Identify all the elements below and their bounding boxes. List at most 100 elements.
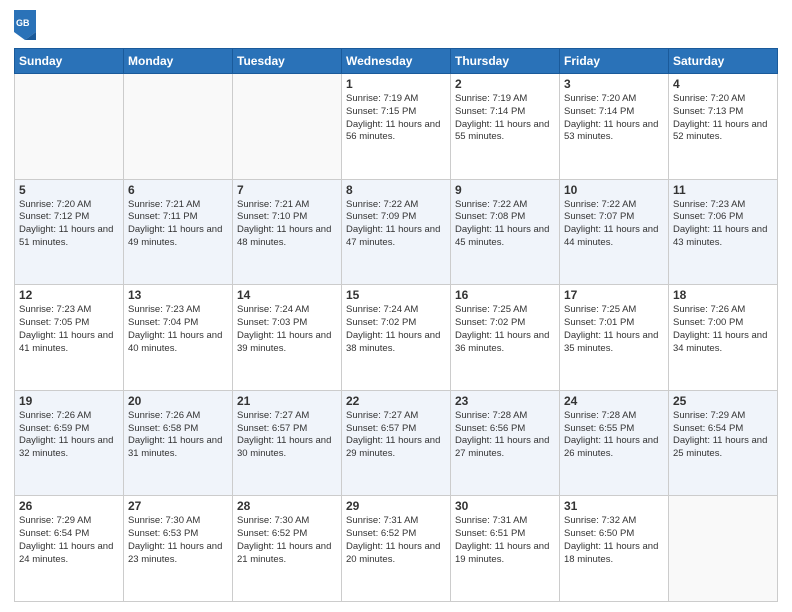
- calendar-day-cell: 23 Sunrise: 7:28 AM Sunset: 6:56 PM Dayli…: [451, 390, 560, 496]
- calendar-day-cell: 27Sunrise: 7:30 AM Sunset: 6:53 PM Dayli…: [124, 496, 233, 602]
- day-number: 17: [564, 288, 664, 302]
- calendar-day-cell: 6 Sunrise: 7:21 AM Sunset: 7:11 PM Daylig…: [124, 179, 233, 285]
- calendar-day-cell: 21 Sunrise: 7:27 AM Sunset: 6:57 PM Dayli…: [233, 390, 342, 496]
- calendar-day-cell: 29 Sunrise: 7:31 AM Sunset: 6:52 PM Dayli…: [342, 496, 451, 602]
- day-info: Sunrise: 7:25 AM Sunset: 7:01 PM Dayligh…: [564, 304, 664, 355]
- day-number: 8: [346, 183, 446, 197]
- day-info: Sunrise: 7:28 AM Sunset: 6:55 PM Dayligh…: [564, 410, 664, 461]
- day-info: Sunrise: 7:31 AM Sunset: 6:52 PM Dayligh…: [346, 515, 446, 566]
- svg-text:GB: GB: [16, 18, 30, 28]
- calendar-week-row: 5 Sunrise: 7:20 AM Sunset: 7:12 PM Daylig…: [15, 179, 778, 285]
- calendar-week-row: 19 Sunrise: 7:26 AM Sunset: 6:59 PM Dayli…: [15, 390, 778, 496]
- day-info: Sunrise: 7:32 AM Sunset: 6:50 PM Dayligh…: [564, 515, 664, 566]
- day-number: 2: [455, 77, 555, 91]
- calendar-day-cell: 17 Sunrise: 7:25 AM Sunset: 7:01 PM Dayli…: [560, 285, 669, 391]
- weekday-header-row: SundayMondayTuesdayWednesdayThursdayFrid…: [15, 49, 778, 74]
- calendar-day-cell: [233, 74, 342, 180]
- calendar-day-cell: 31 Sunrise: 7:32 AM Sunset: 6:50 PM Dayli…: [560, 496, 669, 602]
- day-number: 29: [346, 499, 446, 513]
- calendar-day-cell: [124, 74, 233, 180]
- day-number: 14: [237, 288, 337, 302]
- weekday-header-cell: Tuesday: [233, 49, 342, 74]
- day-number: 24: [564, 394, 664, 408]
- day-number: 31: [564, 499, 664, 513]
- day-number: 16: [455, 288, 555, 302]
- calendar-day-cell: 8 Sunrise: 7:22 AM Sunset: 7:09 PM Daylig…: [342, 179, 451, 285]
- day-info: Sunrise: 7:29 AM Sunset: 6:54 PM Dayligh…: [19, 515, 119, 566]
- day-info: Sunrise: 7:23 AM Sunset: 7:06 PM Dayligh…: [673, 199, 773, 250]
- day-info: Sunrise: 7:19 AM Sunset: 7:14 PM Dayligh…: [455, 93, 555, 144]
- calendar-day-cell: 28Sunrise: 7:30 AM Sunset: 6:52 PM Dayli…: [233, 496, 342, 602]
- day-number: 28: [237, 499, 337, 513]
- day-info: Sunrise: 7:30 AM Sunset: 6:53 PM Dayligh…: [128, 515, 228, 566]
- day-info: Sunrise: 7:24 AM Sunset: 7:03 PM Dayligh…: [237, 304, 337, 355]
- calendar-day-cell: 30 Sunrise: 7:31 AM Sunset: 6:51 PM Dayli…: [451, 496, 560, 602]
- calendar-day-cell: 20 Sunrise: 7:26 AM Sunset: 6:58 PM Dayli…: [124, 390, 233, 496]
- calendar-day-cell: 10 Sunrise: 7:22 AM Sunset: 7:07 PM Dayli…: [560, 179, 669, 285]
- day-info: Sunrise: 7:22 AM Sunset: 7:08 PM Dayligh…: [455, 199, 555, 250]
- day-number: 22: [346, 394, 446, 408]
- day-info: Sunrise: 7:26 AM Sunset: 6:59 PM Dayligh…: [19, 410, 119, 461]
- day-info: Sunrise: 7:28 AM Sunset: 6:56 PM Dayligh…: [455, 410, 555, 461]
- day-number: 5: [19, 183, 119, 197]
- day-number: 13: [128, 288, 228, 302]
- day-number: 7: [237, 183, 337, 197]
- day-info: Sunrise: 7:26 AM Sunset: 7:00 PM Dayligh…: [673, 304, 773, 355]
- day-number: 1: [346, 77, 446, 91]
- day-number: 21: [237, 394, 337, 408]
- calendar-day-cell: 14 Sunrise: 7:24 AM Sunset: 7:03 PM Dayli…: [233, 285, 342, 391]
- calendar-day-cell: 3 Sunrise: 7:20 AM Sunset: 7:14 PM Daylig…: [560, 74, 669, 180]
- weekday-header-cell: Saturday: [669, 49, 778, 74]
- day-number: 18: [673, 288, 773, 302]
- calendar-day-cell: 16 Sunrise: 7:25 AM Sunset: 7:02 PM Dayli…: [451, 285, 560, 391]
- calendar-day-cell: 11 Sunrise: 7:23 AM Sunset: 7:06 PM Dayli…: [669, 179, 778, 285]
- page-container: GB SundayMondayTuesdayWednesdayThursdayF…: [0, 0, 792, 612]
- day-number: 12: [19, 288, 119, 302]
- calendar-day-cell: 13 Sunrise: 7:23 AM Sunset: 7:04 PM Dayli…: [124, 285, 233, 391]
- day-number: 20: [128, 394, 228, 408]
- day-number: 10: [564, 183, 664, 197]
- day-number: 26: [19, 499, 119, 513]
- day-number: 9: [455, 183, 555, 197]
- day-number: 19: [19, 394, 119, 408]
- logo: GB: [14, 10, 40, 40]
- day-info: Sunrise: 7:26 AM Sunset: 6:58 PM Dayligh…: [128, 410, 228, 461]
- day-info: Sunrise: 7:29 AM Sunset: 6:54 PM Dayligh…: [673, 410, 773, 461]
- header: GB: [14, 10, 778, 40]
- day-info: Sunrise: 7:21 AM Sunset: 7:10 PM Dayligh…: [237, 199, 337, 250]
- calendar-day-cell: [15, 74, 124, 180]
- calendar-day-cell: 9 Sunrise: 7:22 AM Sunset: 7:08 PM Daylig…: [451, 179, 560, 285]
- calendar-day-cell: 18 Sunrise: 7:26 AM Sunset: 7:00 PM Dayli…: [669, 285, 778, 391]
- day-number: 30: [455, 499, 555, 513]
- day-info: Sunrise: 7:22 AM Sunset: 7:09 PM Dayligh…: [346, 199, 446, 250]
- weekday-header-cell: Thursday: [451, 49, 560, 74]
- day-info: Sunrise: 7:20 AM Sunset: 7:14 PM Dayligh…: [564, 93, 664, 144]
- day-number: 11: [673, 183, 773, 197]
- weekday-header-cell: Friday: [560, 49, 669, 74]
- day-info: Sunrise: 7:23 AM Sunset: 7:04 PM Dayligh…: [128, 304, 228, 355]
- day-info: Sunrise: 7:19 AM Sunset: 7:15 PM Dayligh…: [346, 93, 446, 144]
- day-number: 3: [564, 77, 664, 91]
- weekday-header-cell: Monday: [124, 49, 233, 74]
- calendar-day-cell: 2 Sunrise: 7:19 AM Sunset: 7:14 PM Daylig…: [451, 74, 560, 180]
- day-info: Sunrise: 7:27 AM Sunset: 6:57 PM Dayligh…: [346, 410, 446, 461]
- day-info: Sunrise: 7:22 AM Sunset: 7:07 PM Dayligh…: [564, 199, 664, 250]
- weekday-header-cell: Sunday: [15, 49, 124, 74]
- day-number: 15: [346, 288, 446, 302]
- day-info: Sunrise: 7:27 AM Sunset: 6:57 PM Dayligh…: [237, 410, 337, 461]
- calendar-day-cell: 4Sunrise: 7:20 AM Sunset: 7:13 PM Daylig…: [669, 74, 778, 180]
- calendar-week-row: 26 Sunrise: 7:29 AM Sunset: 6:54 PM Dayli…: [15, 496, 778, 602]
- day-number: 6: [128, 183, 228, 197]
- day-info: Sunrise: 7:21 AM Sunset: 7:11 PM Dayligh…: [128, 199, 228, 250]
- logo-icon: GB: [14, 10, 36, 40]
- day-number: 23: [455, 394, 555, 408]
- calendar-day-cell: 25 Sunrise: 7:29 AM Sunset: 6:54 PM Dayli…: [669, 390, 778, 496]
- day-number: 25: [673, 394, 773, 408]
- calendar-day-cell: 1 Sunrise: 7:19 AM Sunset: 7:15 PM Daylig…: [342, 74, 451, 180]
- day-info: Sunrise: 7:31 AM Sunset: 6:51 PM Dayligh…: [455, 515, 555, 566]
- calendar-day-cell: 5 Sunrise: 7:20 AM Sunset: 7:12 PM Daylig…: [15, 179, 124, 285]
- day-info: Sunrise: 7:25 AM Sunset: 7:02 PM Dayligh…: [455, 304, 555, 355]
- calendar-week-row: 1 Sunrise: 7:19 AM Sunset: 7:15 PM Daylig…: [15, 74, 778, 180]
- calendar-day-cell: 19 Sunrise: 7:26 AM Sunset: 6:59 PM Dayli…: [15, 390, 124, 496]
- day-info: Sunrise: 7:20 AM Sunset: 7:12 PM Dayligh…: [19, 199, 119, 250]
